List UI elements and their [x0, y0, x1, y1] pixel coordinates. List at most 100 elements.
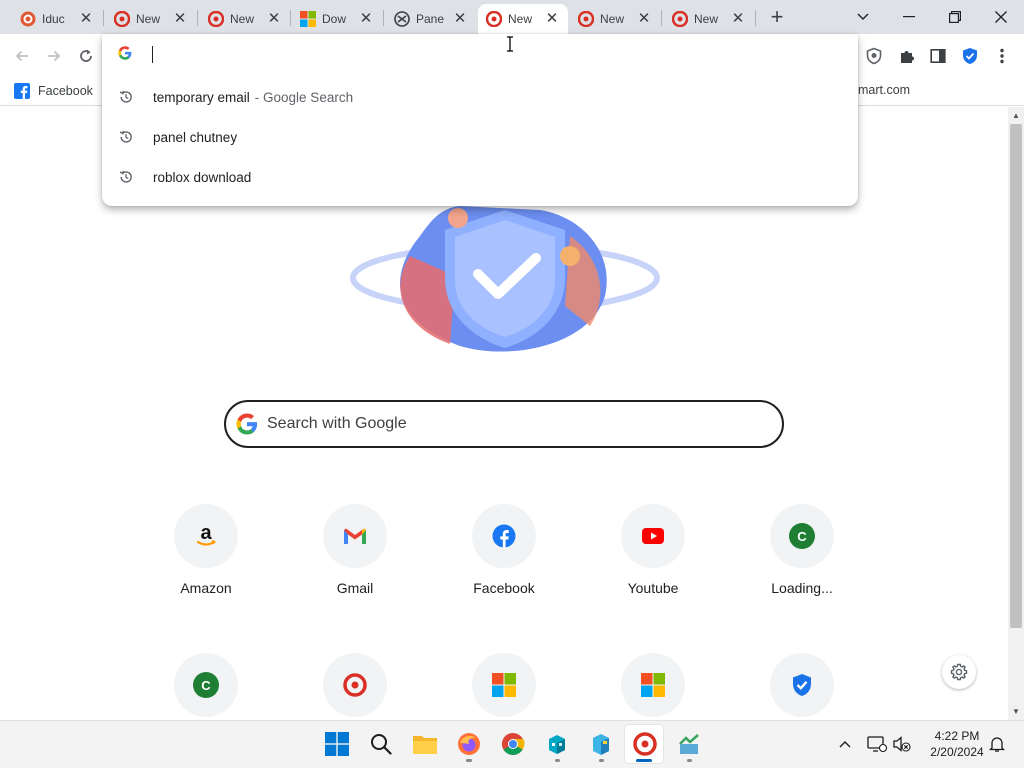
bookmark-facebook[interactable]: Facebook: [14, 82, 93, 100]
shortcut-c[interactable]: C: [156, 653, 256, 717]
google-g-icon: [118, 46, 134, 62]
extension-shield-button[interactable]: [862, 44, 886, 68]
tab-1[interactable]: Iduc ✕: [12, 4, 102, 34]
volume-muted-icon[interactable]: [892, 735, 912, 753]
bookmark-partial[interactable]: mart.com: [858, 83, 910, 97]
tab-title: New: [230, 12, 255, 26]
history-icon: [118, 170, 134, 184]
custom-browser-icon: [114, 11, 130, 27]
google-g-icon: [236, 413, 258, 435]
close-icon[interactable]: ✕: [358, 11, 374, 27]
notification-bell-icon[interactable]: [988, 735, 1006, 753]
suggestion-item[interactable]: temporary email - Google Search: [102, 79, 858, 115]
taskbar-app-1[interactable]: [541, 728, 573, 760]
shield-illustration: [340, 196, 670, 356]
close-icon[interactable]: ✕: [636, 11, 652, 27]
shortcut-label: Amazon: [180, 580, 232, 596]
scroll-down-icon[interactable]: ▼: [1012, 707, 1020, 716]
extensions-button[interactable]: [895, 44, 919, 68]
chevron-up-icon: [839, 741, 851, 748]
tab-2[interactable]: New ✕: [106, 4, 196, 34]
shortcut-shield[interactable]: [752, 653, 852, 717]
close-icon[interactable]: ✕: [78, 11, 94, 27]
forward-button[interactable]: [42, 44, 66, 68]
tab-search-button[interactable]: [840, 0, 886, 34]
shield-check-icon: [770, 653, 834, 717]
minimize-button[interactable]: [886, 0, 932, 34]
shortcut-facebook[interactable]: Facebook: [454, 504, 554, 596]
tab-title: New: [136, 12, 161, 26]
taskbar-chrome[interactable]: [497, 728, 529, 760]
menu-button[interactable]: [990, 44, 1014, 68]
clock[interactable]: 4:22 PM 2/20/2024: [920, 728, 994, 760]
custom-browser-icon: [208, 11, 224, 27]
tab-8[interactable]: New ✕: [664, 4, 754, 34]
side-panel-button[interactable]: [926, 44, 950, 68]
taskbar-custom-browser[interactable]: [629, 728, 661, 760]
suggestion-item[interactable]: roblox download: [102, 159, 858, 195]
search-placeholder: Search with Google: [267, 415, 407, 432]
letter-c-icon: C: [770, 504, 834, 568]
duckduckgo-icon: [20, 11, 36, 27]
history-icon: [118, 130, 134, 144]
clock-date: 2/20/2024: [930, 745, 984, 759]
close-window-button[interactable]: [978, 0, 1024, 34]
taskbar-file-explorer[interactable]: [409, 728, 441, 760]
tab-4[interactable]: Dow ✕: [292, 4, 382, 34]
tab-title: Dow: [322, 12, 347, 26]
shortcut-browser[interactable]: [305, 653, 405, 717]
shortcut-youtube[interactable]: Youtube: [603, 504, 703, 596]
tab-6-active[interactable]: New ✕: [478, 4, 568, 34]
shortcut-label: Youtube: [627, 580, 679, 596]
back-button[interactable]: [10, 44, 34, 68]
shortcut-loading[interactable]: C Loading...: [752, 504, 852, 596]
shortcut-microsoft-1[interactable]: [454, 653, 554, 717]
puzzle-icon: [901, 51, 914, 63]
folder-icon: [413, 736, 437, 754]
restore-icon: [949, 11, 961, 23]
shortcut-microsoft-2[interactable]: [603, 653, 703, 717]
scrollbar-thumb[interactable]: [1010, 124, 1022, 628]
close-icon[interactable]: ✕: [544, 11, 560, 27]
customize-button[interactable]: [942, 655, 976, 689]
search-box[interactable]: Search with Google: [224, 400, 784, 448]
reload-button[interactable]: [74, 44, 98, 68]
start-button[interactable]: [321, 728, 353, 760]
vpn-shield-button[interactable]: [958, 44, 982, 68]
microsoft-icon: [621, 653, 685, 717]
cube-app-icon: [593, 734, 609, 755]
tab-3[interactable]: New ✕: [200, 4, 290, 34]
amazon-icon: a: [174, 504, 238, 568]
custom-browser-icon: [486, 11, 502, 27]
shortcut-gmail[interactable]: Gmail: [305, 504, 405, 596]
shortcut-label: Facebook: [473, 580, 535, 596]
close-icon[interactable]: ✕: [172, 11, 188, 27]
more-vert-icon: [1000, 48, 1004, 64]
reload-icon: [80, 49, 92, 62]
tab-7[interactable]: New ✕: [570, 4, 660, 34]
tab-title: New: [508, 12, 533, 26]
omnibox-input[interactable]: [152, 43, 832, 65]
tab-title: Iduc: [42, 12, 65, 26]
close-icon[interactable]: ✕: [266, 11, 282, 27]
tray-overflow-button[interactable]: [836, 735, 854, 753]
close-icon[interactable]: ✕: [452, 11, 468, 27]
restore-button[interactable]: [932, 0, 978, 34]
new-tab-button[interactable]: +: [764, 4, 790, 29]
taskbar-app-2[interactable]: [585, 728, 617, 760]
shortcut-label: Gmail: [336, 580, 374, 596]
taskbar-firefox[interactable]: [453, 728, 485, 760]
network-icon[interactable]: [867, 735, 888, 753]
suggestion-item[interactable]: panel chutney: [102, 119, 858, 155]
tab-5[interactable]: Pane ✕: [386, 4, 476, 34]
shortcut-amazon[interactable]: a Amazon: [156, 504, 256, 596]
close-icon[interactable]: ✕: [730, 11, 746, 27]
cube-app-icon: [549, 735, 565, 754]
suggestion-text: roblox download: [153, 169, 252, 185]
suggestion-text: temporary email: [153, 89, 250, 105]
taskbar-app-3[interactable]: [673, 728, 705, 760]
minimize-icon: [903, 16, 915, 18]
scroll-up-icon[interactable]: ▲: [1012, 111, 1020, 120]
taskbar-search-button[interactable]: [365, 728, 397, 760]
custom-browser-icon: [578, 11, 594, 27]
